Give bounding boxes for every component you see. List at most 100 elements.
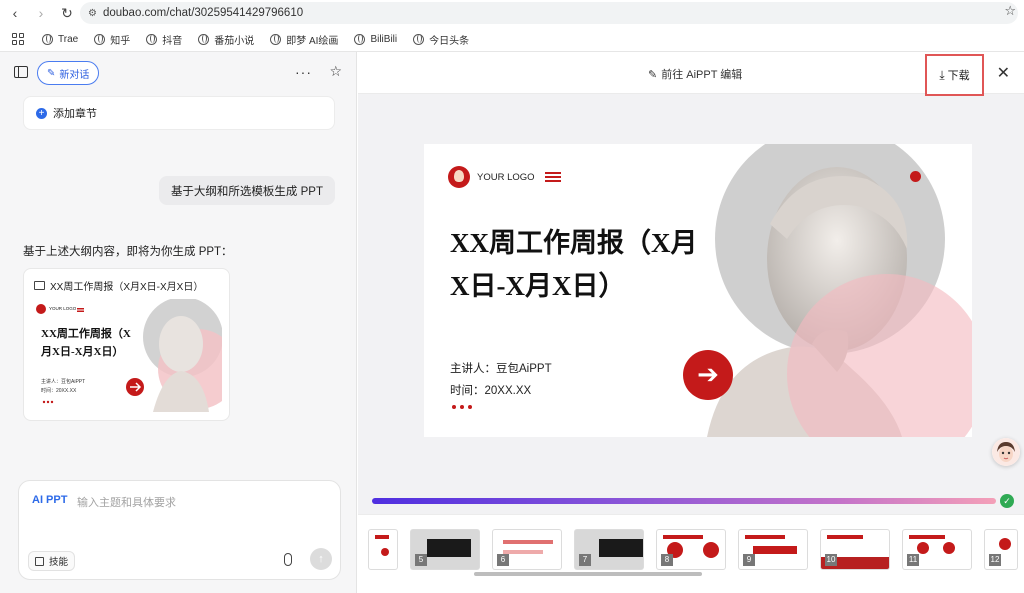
- bookmark-item[interactable]: 抖音: [146, 32, 182, 47]
- bookmark-item[interactable]: BiliBili: [354, 33, 398, 45]
- generation-progress-bar: [372, 498, 996, 504]
- ppt-result-card[interactable]: XX周工作周报（X月X日-X月X日） YOUR LOGO XX周工作周报（X月X…: [23, 268, 230, 421]
- ppt-card-thumbnail[interactable]: YOUR LOGO XX周工作周报（X月X日-X月X日） 主讲人：豆包AiPPT…: [33, 299, 222, 412]
- more-options-icon[interactable]: ···: [295, 64, 312, 80]
- bookmark-item[interactable]: 番茄小说: [198, 32, 254, 47]
- bookmark-item[interactable]: Trae: [42, 33, 79, 45]
- thumbnail-number: 9: [743, 554, 755, 566]
- chat-input-box[interactable]: AI PPT 输入主题和具体要求 技能 ↑: [18, 480, 341, 580]
- mini-presenter: 主讲人：豆包AiPPT: [41, 379, 86, 385]
- bookmark-label: BiliBili: [370, 33, 398, 45]
- globe-icon: [42, 33, 53, 45]
- presentation-icon: [34, 281, 45, 290]
- slide-thumbnail[interactable]: 12: [984, 529, 1018, 570]
- check-icon: ✓: [1000, 494, 1014, 508]
- bookmark-label: 番茄小说: [214, 35, 255, 47]
- bookmarks-bar: Trae 知乎 抖音 番茄小说 即梦 AI绘画 BiliBili 今日头条: [0, 28, 1024, 50]
- user-message-bubble: 基于大纲和所选模板生成 PPT: [158, 176, 335, 205]
- ai-ppt-tag[interactable]: AI PPT: [32, 494, 67, 506]
- edit-icon: ✎: [648, 68, 658, 81]
- slide-thumbnail[interactable]: [368, 529, 398, 570]
- mini-time: 时间：20XX.XX: [41, 388, 77, 394]
- bookmark-item[interactable]: 今日头条: [413, 32, 469, 47]
- goto-aippt-edit-button[interactable]: ✎ 前往 AiPPT 编辑: [648, 66, 742, 82]
- slide-time: 时间：20XX.XX: [450, 385, 532, 397]
- sidebar-toggle-icon[interactable]: [14, 66, 28, 78]
- bookmark-label: Trae: [58, 33, 79, 45]
- thumbnail-number: 5: [415, 554, 427, 566]
- slide-thumbnail[interactable]: 9: [738, 529, 808, 570]
- edit-icon: ✎: [47, 67, 56, 79]
- chat-input[interactable]: 输入主题和具体要求: [77, 494, 176, 510]
- ppt-card-header: XX周工作周报（X月X日-X月X日）: [34, 278, 203, 293]
- apps-grid-icon[interactable]: [12, 33, 24, 45]
- bookmark-item[interactable]: 即梦 AI绘画: [270, 32, 338, 47]
- address-bar[interactable]: ⚙ doubao.com/chat/30259541429796610: [80, 2, 1018, 24]
- skills-grid-icon: [35, 556, 44, 566]
- bookmark-item[interactable]: 知乎: [94, 32, 130, 47]
- avatar-face-icon: [992, 438, 1020, 466]
- preview-header: ✎ 前往 AiPPT 编辑 ⤓ 下载 ✕: [358, 52, 1024, 96]
- ppt-preview-panel: ✎ 前往 AiPPT 编辑 ⤓ 下载 ✕ YOUR LOGO XX周工作周报（X…: [358, 52, 1024, 593]
- slide-thumbnail[interactable]: 7: [574, 529, 644, 570]
- logo-text: YOUR LOGO: [477, 171, 535, 183]
- microphone-icon[interactable]: [284, 553, 292, 566]
- add-chapter-label: 添加章节: [53, 108, 97, 120]
- globe-icon: [146, 33, 158, 45]
- slide-presenter: 主讲人：豆包AiPPT: [450, 363, 552, 375]
- back-button[interactable]: ‹: [4, 2, 26, 24]
- chat-toolbar: ✎ 新对话 ··· ☆: [0, 60, 356, 86]
- slide-thumbnail[interactable]: 11: [902, 529, 972, 570]
- close-icon[interactable]: ✕: [997, 63, 1010, 83]
- skills-button[interactable]: 技能: [28, 551, 76, 571]
- url-text[interactable]: doubao.com/chat/30259541429796610: [103, 7, 303, 19]
- globe-icon: [270, 33, 282, 45]
- thumbnail-number: 12: [989, 554, 1001, 566]
- ppt-card-title: XX周工作周报（X月X日-X月X日）: [50, 282, 204, 293]
- slide-thumbnail-strip: 5 6 7 8 9 10 11 12: [358, 514, 1024, 593]
- globe-icon: [198, 33, 210, 45]
- favorite-star-icon[interactable]: ☆: [329, 63, 342, 80]
- globe-icon: [94, 33, 106, 45]
- thumbnail-number: 8: [661, 554, 673, 566]
- slide-logo: YOUR LOGO: [448, 166, 561, 188]
- site-settings-icon[interactable]: ⚙: [88, 8, 97, 19]
- logo-avatar-icon: [448, 166, 470, 188]
- slide-thumbnail[interactable]: 5: [410, 529, 480, 570]
- download-label: 下载: [947, 70, 970, 82]
- skills-label: 技能: [49, 557, 69, 568]
- thumbnail-number: 6: [497, 554, 509, 566]
- slide-preview: YOUR LOGO XX周工作周报（X月X日-X月X日） 主讲人：豆包AiPPT…: [424, 144, 972, 437]
- slide-thumbnail[interactable]: 6: [492, 529, 562, 570]
- bookmark-label: 即梦 AI绘画: [286, 35, 339, 47]
- thumbnail-number: 11: [907, 554, 919, 566]
- slide-dots: [452, 405, 472, 409]
- browser-chrome: ‹ › ↻ ⚙ doubao.com/chat/3025954142979661…: [0, 0, 1024, 52]
- slide-thumbnail[interactable]: 8: [656, 529, 726, 570]
- menu-icon: [544, 172, 561, 182]
- add-chapter-button[interactable]: + 添加章节: [23, 96, 335, 130]
- mini-slide-title: XX周工作周报（X月X日-X月X日）: [41, 328, 131, 358]
- bookmark-label: 今日头条: [429, 35, 470, 47]
- chat-panel: ✎ 新对话 ··· ☆ + 添加章节 基于大纲和所选模板生成 PPT 基于上述大…: [0, 52, 357, 593]
- thumbnail-scrollbar[interactable]: [474, 572, 702, 576]
- new-chat-label: 新对话: [59, 69, 90, 81]
- assistant-avatar[interactable]: [992, 438, 1020, 466]
- send-button[interactable]: ↑: [310, 548, 332, 570]
- reload-button[interactable]: ↻: [56, 2, 78, 24]
- slide-title: XX周工作周报（X月X日-X月X日）: [450, 228, 698, 301]
- thumbnail-number: 10: [825, 554, 837, 566]
- bookmark-star-icon[interactable]: ☆: [1004, 3, 1016, 19]
- bot-message-text: 基于上述大纲内容，即将为你生成 PPT：: [23, 246, 233, 258]
- plus-icon: +: [36, 107, 47, 119]
- forward-button[interactable]: ›: [30, 2, 52, 24]
- new-chat-button[interactable]: ✎ 新对话: [37, 61, 100, 85]
- user-message-text: 基于大纲和所选模板生成 PPT: [170, 185, 323, 198]
- decorative-dot: [910, 171, 921, 182]
- slide-thumbnail[interactable]: 10: [820, 529, 890, 570]
- arrow-right-icon: ➔: [683, 350, 733, 400]
- thumbnail-number: 7: [579, 554, 591, 566]
- download-button[interactable]: ⤓ 下载: [925, 54, 984, 96]
- download-icon: ⤓: [939, 67, 945, 82]
- bookmark-label: 抖音: [162, 35, 183, 47]
